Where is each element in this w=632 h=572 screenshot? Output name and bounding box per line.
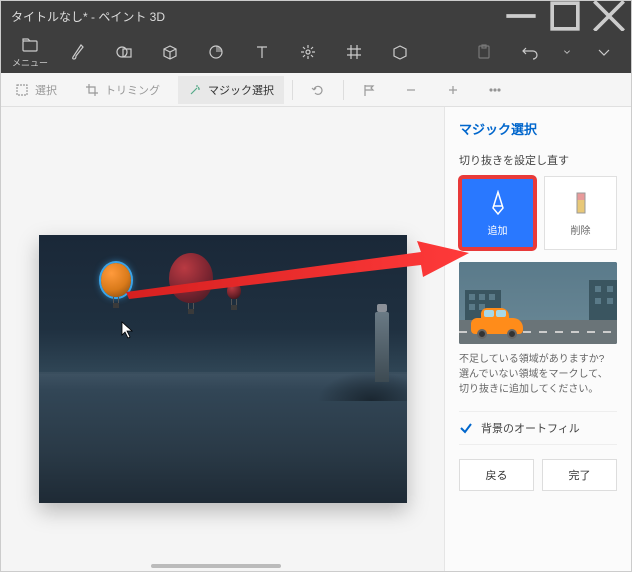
paint3d-window: タイトルなし* - ペイント 3D メニュー 選択 トリミング bbox=[0, 0, 632, 572]
stickers-button[interactable] bbox=[193, 31, 239, 73]
example-illustration bbox=[459, 262, 617, 344]
brush-icon bbox=[69, 43, 87, 61]
brushes-button[interactable] bbox=[55, 31, 101, 73]
undo-button[interactable] bbox=[507, 31, 553, 73]
horizontal-scrollbar[interactable] bbox=[1, 559, 257, 571]
remove-tool[interactable]: 削除 bbox=[544, 176, 617, 250]
workspace: マジック選択 切り抜きを設定し直す 追加 削除 不足している領域があ bbox=[1, 107, 631, 571]
canvas-button[interactable] bbox=[331, 31, 377, 73]
selection-toolbar: 選択 トリミング マジック選択 bbox=[1, 73, 631, 107]
done-button[interactable]: 完了 bbox=[542, 459, 617, 491]
magic-wand-icon bbox=[188, 83, 202, 97]
annotation-arrow bbox=[121, 237, 471, 312]
magic-select-panel: マジック選択 切り抜きを設定し直す 追加 削除 不足している領域があ bbox=[444, 107, 631, 571]
check-icon bbox=[459, 421, 473, 435]
2d-shapes-button[interactable] bbox=[101, 31, 147, 73]
pencil-add-icon bbox=[487, 190, 509, 216]
instruction-text: 不足している領域がありますか? 選んでいない領域をマークして、切り抜きに追加して… bbox=[459, 352, 617, 397]
lighthouse-graphic bbox=[375, 312, 389, 382]
more-options[interactable] bbox=[478, 76, 512, 104]
3d-shapes-button[interactable] bbox=[147, 31, 193, 73]
crop-tool[interactable]: トリミング bbox=[75, 76, 170, 104]
eraser-icon bbox=[570, 190, 592, 216]
back-button[interactable]: 戻る bbox=[459, 459, 534, 491]
text-icon bbox=[253, 43, 271, 61]
paste-icon bbox=[475, 43, 493, 61]
effects-button[interactable] bbox=[285, 31, 331, 73]
undo-icon bbox=[521, 43, 539, 61]
history-dropdown[interactable] bbox=[553, 31, 581, 73]
panel-title: マジック選択 bbox=[459, 119, 617, 138]
chevron-down-icon bbox=[595, 43, 613, 61]
select-icon bbox=[15, 83, 29, 97]
cursor-icon bbox=[121, 321, 135, 344]
ellipsis-icon bbox=[488, 83, 502, 97]
3d-library-button[interactable] bbox=[377, 31, 423, 73]
menu-button[interactable]: メニュー bbox=[5, 31, 55, 73]
minimize-button[interactable] bbox=[499, 1, 543, 31]
minus-icon bbox=[404, 83, 418, 97]
maximize-button[interactable] bbox=[543, 1, 587, 31]
main-toolbar: メニュー bbox=[1, 31, 631, 73]
paste-button[interactable] bbox=[461, 31, 507, 73]
refine-tools: 追加 削除 bbox=[459, 176, 617, 250]
effects-icon bbox=[299, 43, 317, 61]
titlebar: タイトルなし* - ペイント 3D bbox=[1, 1, 631, 31]
plus-icon bbox=[446, 83, 460, 97]
flag-icon bbox=[362, 83, 376, 97]
magic-select-tool[interactable]: マジック選択 bbox=[178, 76, 284, 104]
autofill-checkbox[interactable]: 背景のオートフィル bbox=[459, 411, 617, 445]
shapes-2d-icon bbox=[115, 43, 133, 61]
cube-icon bbox=[161, 43, 179, 61]
zoom-in[interactable] bbox=[436, 76, 470, 104]
canvas-icon bbox=[345, 43, 363, 61]
rotate-icon bbox=[311, 83, 325, 97]
canvas-area[interactable] bbox=[1, 107, 444, 571]
library-icon bbox=[391, 43, 409, 61]
sticker-icon bbox=[207, 43, 225, 61]
crop-icon bbox=[85, 83, 99, 97]
rotate-tool[interactable] bbox=[301, 76, 335, 104]
caret-down-icon bbox=[563, 48, 571, 56]
nav-buttons: 戻る 完了 bbox=[459, 459, 617, 491]
folder-icon bbox=[21, 36, 39, 54]
select-tool[interactable]: 選択 bbox=[5, 76, 67, 104]
text-button[interactable] bbox=[239, 31, 285, 73]
flag-tool[interactable] bbox=[352, 76, 386, 104]
close-button[interactable] bbox=[587, 1, 631, 31]
panel-subtitle: 切り抜きを設定し直す bbox=[459, 152, 617, 168]
expand-button[interactable] bbox=[581, 31, 627, 73]
zoom-out[interactable] bbox=[394, 76, 428, 104]
window-title: タイトルなし* - ペイント 3D bbox=[11, 8, 499, 25]
